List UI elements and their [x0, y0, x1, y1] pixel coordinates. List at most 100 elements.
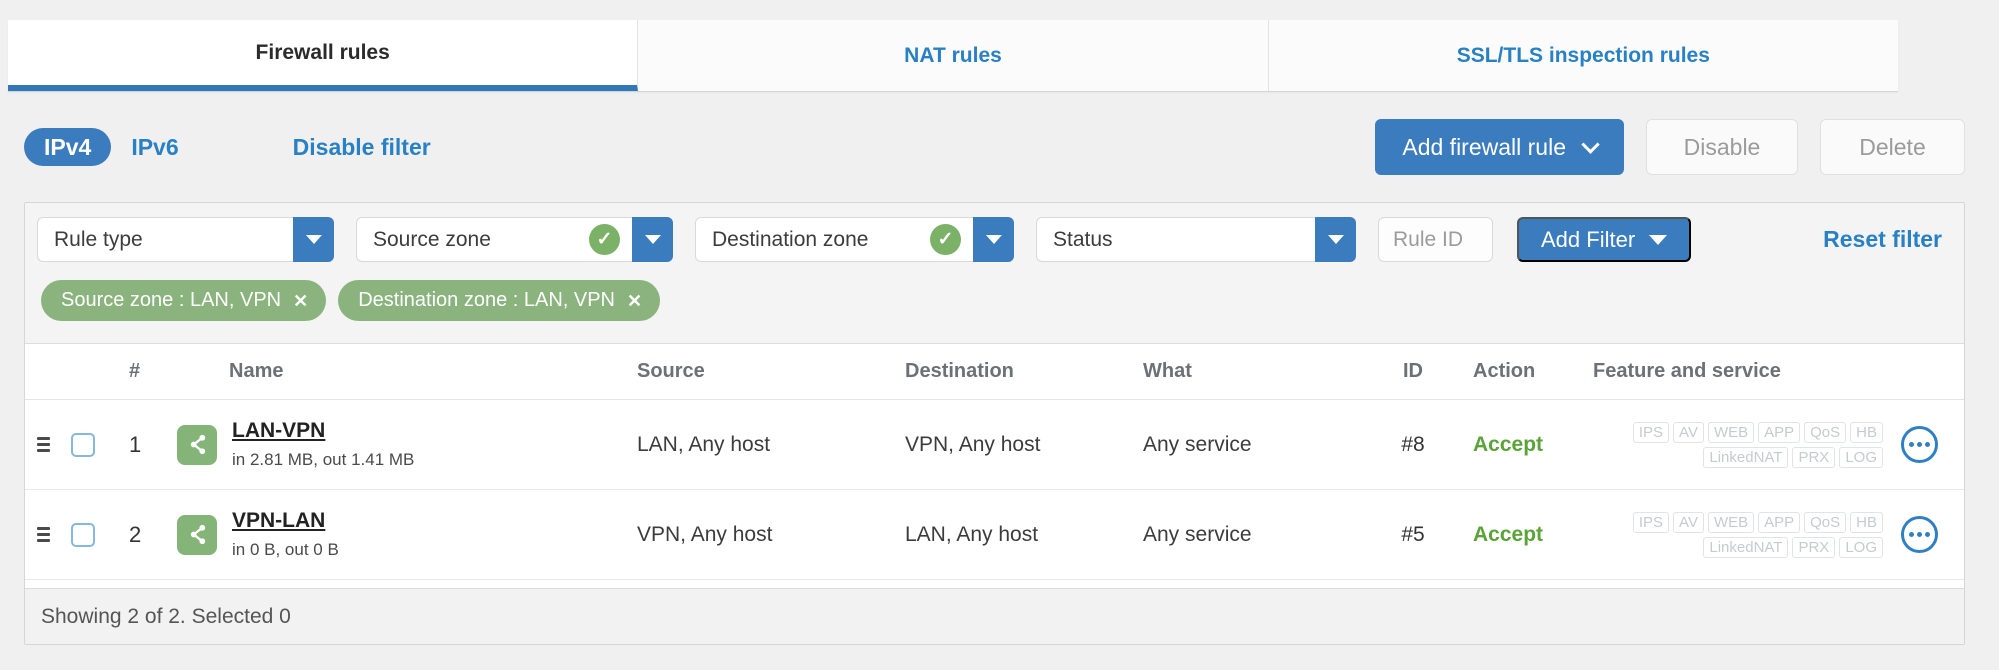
- header-num: #: [129, 360, 141, 382]
- tab-firewall-rules[interactable]: Firewall rules: [8, 20, 639, 91]
- check-circle-icon: ✓: [589, 224, 620, 255]
- table-footer-text: Showing 2 of 2. Selected 0: [41, 604, 291, 628]
- rule-name-link[interactable]: LAN-VPN: [232, 419, 325, 443]
- tab-ssl-tls-inspection-rules[interactable]: SSL/TLS inspection rules: [1268, 20, 1898, 91]
- tab-nat-rules[interactable]: NAT rules: [638, 20, 1269, 91]
- badge-app: APP: [1758, 421, 1801, 443]
- add-firewall-rule-label: Add firewall rule: [1402, 133, 1566, 160]
- disable-filter-link[interactable]: Disable filter: [293, 134, 431, 161]
- badge-hb: HB: [1850, 511, 1883, 533]
- table-header: # Name Source Destination What ID Action…: [25, 344, 1964, 400]
- row-menu-ellipsis-icon[interactable]: [1901, 516, 1938, 553]
- filter-chips-row: Source zone : LAN, VPN ✕ Destination zon…: [37, 262, 1948, 339]
- name-cell: LAN-VPN in 2.81 MB, out 1.41 MB: [177, 419, 637, 471]
- row-checkbox[interactable]: [71, 432, 95, 457]
- rule-id-input[interactable]: [1378, 217, 1493, 262]
- badge-ips: IPS: [1632, 421, 1670, 443]
- tab-firewall-rules-label: Firewall rules: [255, 40, 390, 64]
- reset-filter-link[interactable]: Reset filter: [1823, 226, 1942, 253]
- badge-av: AV: [1673, 511, 1704, 533]
- close-icon[interactable]: ✕: [293, 292, 308, 310]
- table-row: 2 VPN-LAN in 0 B, out 0 B VPN, Any host …: [25, 490, 1964, 580]
- badge-av: AV: [1673, 421, 1704, 443]
- rule-traffic: in 2.81 MB, out 1.41 MB: [232, 449, 415, 469]
- triangle-down-icon: [1327, 235, 1344, 244]
- source-zone-select[interactable]: Source zone ✓: [356, 217, 632, 262]
- feature-badges: IPS AV WEB APP QoS HB LinkedNAT PRX LOG: [1593, 421, 1893, 468]
- header-destination: Destination: [905, 360, 1014, 382]
- feature-badge-line: IPS AV WEB APP QoS HB: [1632, 511, 1883, 533]
- header-name: Name: [229, 360, 284, 382]
- status-dropdown-button[interactable]: [1315, 217, 1356, 262]
- destination-zone-dropdown-button[interactable]: [973, 217, 1014, 262]
- triangle-down-icon: [644, 235, 661, 244]
- filter-section: Rule type Source zone ✓ Destination zone: [25, 203, 1964, 344]
- triangle-down-icon: [985, 235, 1002, 244]
- disable-button-label: Disable: [1683, 133, 1761, 160]
- feature-badge-line: IPS AV WEB APP QoS HB: [1632, 421, 1883, 443]
- tabs-bar: Firewall rules NAT rules SSL/TLS inspect…: [8, 20, 1898, 92]
- header-action: Action: [1473, 360, 1536, 382]
- tab-ssl-tls-label: SSL/TLS inspection rules: [1456, 43, 1710, 67]
- status-label: Status: [1053, 227, 1113, 251]
- rule-name-block: LAN-VPN in 2.81 MB, out 1.41 MB: [232, 419, 414, 471]
- close-icon[interactable]: ✕: [627, 292, 642, 310]
- header-source: Source: [637, 360, 705, 382]
- badge-prx: PRX: [1792, 536, 1836, 558]
- firewall-rules-panel: Rule type Source zone ✓ Destination zone: [24, 202, 1965, 645]
- badge-log: LOG: [1839, 536, 1883, 558]
- cell-destination: LAN, Any host: [905, 522, 1039, 546]
- rows-end-spacer: [25, 580, 1964, 588]
- rule-name-block: VPN-LAN in 0 B, out 0 B: [232, 509, 339, 561]
- badge-linkednat: LinkedNAT: [1703, 536, 1789, 558]
- rule-type-filter: Rule type: [37, 217, 334, 262]
- destination-zone-filter: Destination zone ✓: [695, 217, 1014, 262]
- add-filter-button[interactable]: Add Filter: [1517, 217, 1692, 262]
- row-menu-ellipsis-icon[interactable]: [1901, 426, 1938, 463]
- table-footer: Showing 2 of 2. Selected 0: [25, 588, 1964, 644]
- badge-web: WEB: [1707, 511, 1755, 533]
- cell-what: Any service: [1143, 432, 1252, 456]
- row-checkbox[interactable]: [71, 522, 95, 547]
- disable-button[interactable]: Disable: [1646, 119, 1798, 175]
- cell-destination: VPN, Any host: [905, 432, 1041, 456]
- ipv6-toggle[interactable]: IPv6: [111, 128, 198, 166]
- table-row: 1 LAN-VPN in 2.81 MB, out 1.41 MB LAN, A…: [25, 400, 1964, 490]
- rule-name-link[interactable]: VPN-LAN: [232, 509, 325, 533]
- cell-id: #8: [1401, 432, 1425, 456]
- cell-id: #5: [1401, 522, 1425, 546]
- source-zone-filter: Source zone ✓: [356, 217, 673, 262]
- badge-hb: HB: [1850, 421, 1883, 443]
- header-feature-and-service: Feature and service: [1593, 360, 1781, 382]
- badge-ips: IPS: [1632, 511, 1670, 533]
- add-firewall-rule-button[interactable]: Add firewall rule: [1375, 119, 1624, 175]
- feature-badges: IPS AV WEB APP QoS HB LinkedNAT PRX LOG: [1593, 511, 1893, 558]
- header-what: What: [1143, 360, 1192, 382]
- source-zone-dropdown-button[interactable]: [632, 217, 673, 262]
- rule-type-select[interactable]: Rule type: [37, 217, 293, 262]
- check-circle-icon: ✓: [930, 224, 961, 255]
- filter-row: Rule type Source zone ✓ Destination zone: [37, 217, 1948, 262]
- destination-zone-label: Destination zone: [712, 227, 869, 251]
- drag-handle-icon[interactable]: [37, 527, 50, 542]
- badge-log: LOG: [1839, 446, 1883, 468]
- triangle-down-icon: [1649, 234, 1668, 245]
- destination-zone-chip: Destination zone : LAN, VPN ✕: [338, 280, 661, 321]
- rule-type-label: Rule type: [54, 227, 143, 251]
- ipv4-toggle[interactable]: IPv4: [24, 128, 112, 166]
- source-zone-chip: Source zone : LAN, VPN ✕: [41, 280, 327, 321]
- delete-button[interactable]: Delete: [1820, 119, 1965, 175]
- toolbar: IPv4 IPv6 Disable filter Add firewall ru…: [24, 92, 1965, 202]
- badge-linkednat: LinkedNAT: [1703, 446, 1789, 468]
- header-id: ID: [1403, 360, 1423, 382]
- status-select[interactable]: Status: [1036, 217, 1315, 262]
- rule-traffic: in 0 B, out 0 B: [232, 539, 339, 559]
- drag-handle-icon[interactable]: [37, 437, 50, 452]
- cell-action: Accept: [1473, 432, 1544, 456]
- cell-source: LAN, Any host: [637, 432, 771, 456]
- destination-zone-select[interactable]: Destination zone ✓: [695, 217, 973, 262]
- name-cell: VPN-LAN in 0 B, out 0 B: [177, 509, 637, 561]
- share-rule-icon: [177, 424, 217, 465]
- rule-type-dropdown-button[interactable]: [293, 217, 334, 262]
- feature-badge-line: LinkedNAT PRX LOG: [1703, 536, 1883, 558]
